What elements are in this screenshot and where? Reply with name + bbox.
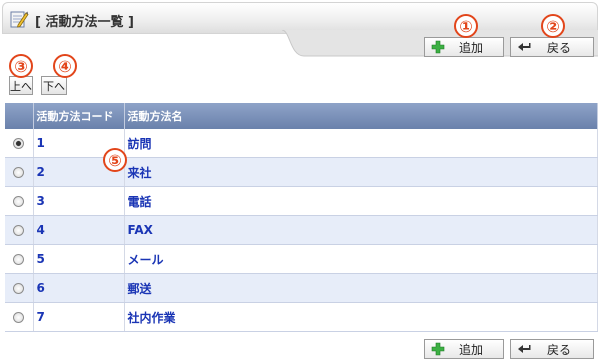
- plus-icon: [431, 342, 445, 356]
- return-arrow-icon: [517, 342, 531, 356]
- table-row[interactable]: 1 訪問: [5, 129, 598, 158]
- add-button-bottom[interactable]: 追加: [424, 339, 504, 359]
- page-title: [ 活動方法一覧 ]: [35, 15, 134, 30]
- row-select-cell[interactable]: [5, 302, 34, 332]
- notepad-icon: [9, 9, 29, 29]
- row-radio[interactable]: [13, 283, 25, 294]
- name-cell[interactable]: 社内作業: [124, 302, 598, 332]
- table-row[interactable]: 5 メール: [5, 244, 598, 274]
- code-cell[interactable]: 3: [33, 186, 125, 216]
- add-button-label: 追加: [458, 342, 483, 357]
- name-cell[interactable]: 郵送: [124, 273, 598, 303]
- annotation-badge-4: ④: [53, 54, 77, 78]
- row-select-cell[interactable]: [5, 244, 34, 274]
- code-cell[interactable]: 7: [33, 302, 125, 332]
- row-select-cell[interactable]: [5, 273, 34, 303]
- move-up-button[interactable]: 上へ: [9, 76, 33, 95]
- row-radio[interactable]: [13, 196, 25, 207]
- code-cell[interactable]: 4: [33, 215, 125, 245]
- table-row[interactable]: 2 来社: [5, 157, 598, 187]
- activity-method-table: 活動方法コード 活動方法名 1 訪問 2 来社 3 電話 4 FAX 5 メール: [5, 103, 598, 332]
- annotation-badge-5: ⑤: [103, 148, 127, 172]
- plus-icon: [431, 40, 445, 54]
- table-header-row: 活動方法コード 活動方法名: [5, 103, 598, 129]
- name-cell[interactable]: FAX: [124, 215, 598, 245]
- select-column-header: [5, 103, 34, 129]
- row-radio[interactable]: [13, 225, 25, 236]
- back-button-label: 戻る: [546, 40, 571, 55]
- annotation-badge-3: ③: [9, 54, 33, 78]
- table-row[interactable]: 7 社内作業: [5, 302, 598, 332]
- back-button-label: 戻る: [546, 342, 571, 357]
- row-select-cell[interactable]: [5, 186, 34, 216]
- name-cell[interactable]: 訪問: [124, 129, 598, 158]
- move-down-button[interactable]: 下へ: [41, 76, 67, 95]
- add-button-label: 追加: [458, 40, 483, 55]
- code-cell[interactable]: 5: [33, 244, 125, 274]
- name-cell[interactable]: 電話: [124, 186, 598, 216]
- code-column-header: 活動方法コード: [33, 103, 125, 129]
- annotation-badge-1: ①: [454, 14, 478, 38]
- row-select-cell[interactable]: [5, 129, 34, 158]
- row-radio[interactable]: [13, 254, 25, 265]
- back-button-bottom[interactable]: 戻る: [510, 339, 594, 359]
- row-select-cell[interactable]: [5, 157, 34, 187]
- return-arrow-icon: [517, 40, 531, 54]
- move-up-label: 上へ: [10, 79, 32, 93]
- table-row[interactable]: 6 郵送: [5, 273, 598, 303]
- back-button[interactable]: 戻る: [510, 37, 594, 57]
- annotation-badge-2: ②: [541, 14, 565, 38]
- table-row[interactable]: 3 電話: [5, 186, 598, 216]
- name-cell[interactable]: 来社: [124, 157, 598, 187]
- row-radio[interactable]: [13, 312, 25, 323]
- table-row[interactable]: 4 FAX: [5, 215, 598, 245]
- code-cell[interactable]: 6: [33, 273, 125, 303]
- row-radio[interactable]: [13, 167, 25, 178]
- row-radio[interactable]: [13, 138, 25, 149]
- add-button[interactable]: 追加: [424, 37, 504, 57]
- name-column-header: 活動方法名: [124, 103, 598, 129]
- move-down-label: 下へ: [43, 79, 65, 93]
- header: [ 活動方法一覧 ] 追加 戻る: [0, 0, 600, 60]
- name-cell[interactable]: メール: [124, 244, 598, 274]
- row-select-cell[interactable]: [5, 215, 34, 245]
